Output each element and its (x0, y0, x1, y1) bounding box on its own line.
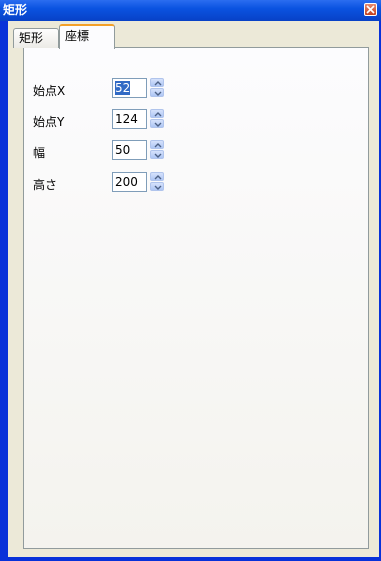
properties-window: 矩形 矩形 座標 始点X 52 始点Y 124 幅 50 高さ 200 (0, 0, 381, 561)
chevron-up-icon (154, 143, 162, 148)
start-y-input[interactable]: 124 (112, 109, 147, 129)
height-increment-button[interactable] (150, 172, 164, 181)
start-x-increment-button[interactable] (150, 78, 164, 87)
width-spinner (150, 140, 166, 160)
chevron-down-icon (154, 153, 162, 158)
start-x-decrement-button[interactable] (150, 88, 164, 97)
chevron-down-icon (154, 185, 162, 190)
start-y-spinner (150, 109, 166, 129)
close-button[interactable] (364, 3, 377, 16)
chevron-up-icon (154, 81, 162, 86)
tab-panel-coordinates (23, 47, 369, 549)
chevron-down-icon (154, 122, 162, 127)
width-label: 幅 (33, 146, 46, 160)
tab-coordinates[interactable]: 座標 (59, 24, 115, 49)
width-increment-button[interactable] (150, 140, 164, 149)
start-y-increment-button[interactable] (150, 109, 164, 118)
start-x-input[interactable]: 52 (112, 78, 147, 98)
window-frame-left (0, 21, 8, 561)
start-y-label: 始点Y (33, 115, 65, 129)
height-value: 200 (115, 175, 138, 189)
title-bar[interactable]: 矩形 (0, 0, 381, 21)
width-decrement-button[interactable] (150, 150, 164, 159)
height-decrement-button[interactable] (150, 182, 164, 191)
start-x-spinner (150, 78, 166, 98)
height-input[interactable]: 200 (112, 172, 147, 192)
start-y-value: 124 (115, 112, 138, 126)
close-icon (366, 5, 375, 14)
start-x-label: 始点X (33, 84, 66, 98)
width-input[interactable]: 50 (112, 140, 147, 160)
start-y-decrement-button[interactable] (150, 119, 164, 128)
width-value: 50 (115, 143, 131, 157)
start-x-value: 52 (115, 81, 131, 95)
window-title: 矩形 (3, 3, 28, 17)
chevron-up-icon (154, 112, 162, 117)
window-frame-bottom (0, 557, 381, 561)
chevron-down-icon (154, 91, 162, 96)
tab-rectangle[interactable]: 矩形 (13, 28, 59, 48)
chevron-up-icon (154, 175, 162, 180)
height-label: 高さ (33, 178, 58, 192)
height-spinner (150, 172, 166, 192)
